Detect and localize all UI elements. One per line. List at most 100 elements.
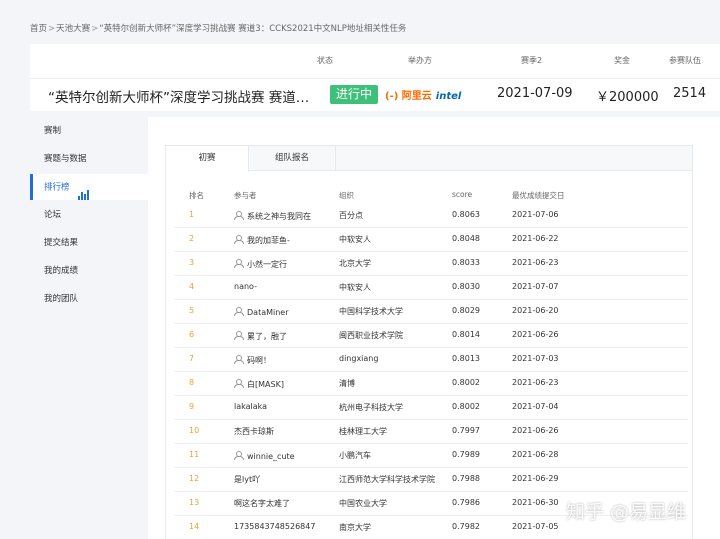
rank-cell: 11 xyxy=(189,450,200,459)
date-cell: 2021-06-23 xyxy=(512,258,559,267)
column-header-participant: 参与者 xyxy=(234,191,257,200)
rank-cell: 12 xyxy=(189,474,200,483)
org-cell: 杭州电子科技大学 xyxy=(339,403,403,412)
sidebar-item-label: 赛题与数据 xyxy=(44,154,87,164)
date-cell: 2021-07-07 xyxy=(512,282,559,291)
score-cell: 0.8014 xyxy=(452,330,480,339)
org-cell: dingxiang xyxy=(339,354,379,363)
sidebar-item-data[interactable]: 赛题与数据 xyxy=(30,146,148,172)
column-header-org: 组织 xyxy=(339,191,354,200)
column-header-score: score xyxy=(452,190,473,199)
sidebar-item-submit[interactable]: 提交结果 xyxy=(30,230,148,256)
score-cell: 0.7997 xyxy=(452,426,480,435)
date-cell: 2021-07-03 xyxy=(512,354,559,363)
score-cell: 0.8048 xyxy=(452,234,480,243)
competition-header: 状态 举办方 赛季2 奖金 参赛队伍 “英特尔创新大师杯”深度学习挑战赛 赛道3… xyxy=(30,44,720,111)
score-cell: 0.8002 xyxy=(452,378,480,387)
sidebar-item-rules[interactable]: 赛制 xyxy=(30,118,148,144)
rank-cell: 7 xyxy=(189,354,195,363)
column-header-rank: 排名 xyxy=(189,191,204,200)
participant-name: 是lyt吖 xyxy=(234,475,261,484)
participant-cell[interactable]: 码啊！ xyxy=(234,355,271,366)
user-avatar-icon xyxy=(234,307,244,316)
org-cell: 中国科学技术大学 xyxy=(339,307,403,316)
org-cell: 桂林理工大学 xyxy=(339,427,387,436)
participant-cell[interactable]: 系统之神与我同在 xyxy=(234,211,311,222)
breadcrumb-separator: > xyxy=(91,24,99,34)
org-cell: 闽西职业技术学院 xyxy=(339,331,403,340)
score-cell: 0.8002 xyxy=(452,402,480,411)
participant-cell[interactable]: 我的加菲鱼- xyxy=(234,235,290,246)
score-cell: 0.8033 xyxy=(452,258,480,267)
participant-cell[interactable]: DataMiner xyxy=(234,307,289,317)
rank-cell: 14 xyxy=(189,522,200,531)
breadcrumb-tianchi[interactable]: 天池大赛 xyxy=(56,24,90,34)
breadcrumb-separator: > xyxy=(48,24,56,34)
tab-preliminary[interactable]: 初赛 xyxy=(166,146,249,172)
user-avatar-icon xyxy=(234,451,244,460)
prize-amount: ￥200000 xyxy=(596,90,659,105)
participant-cell[interactable]: 杰西卡琼斯 xyxy=(234,426,274,437)
main-panel: 初赛 组队报名 排名 参与者 组织 score 最优成绩提交日 1 系统之神与我同… xyxy=(148,117,720,539)
date-cell: 2021-07-04 xyxy=(512,402,559,411)
participant-cell[interactable]: 啊这名字太难了 xyxy=(234,498,290,509)
participant-name: 白[MASK] xyxy=(247,380,284,389)
rank-cell: 13 xyxy=(189,498,200,507)
participant-cell[interactable]: 是lyt吖 xyxy=(234,474,260,485)
sidebar-item-leaderboard[interactable]: 排行榜 xyxy=(30,174,148,200)
participant-cell[interactable]: 小然一定行 xyxy=(234,259,287,270)
sidebar-nav: 赛制 赛题与数据 排行榜 论坛 提交结果 我的成绩 我的团队 xyxy=(30,117,148,539)
table-row: 7 码啊！ dingxiang 0.8013 2021-07-03 xyxy=(174,348,688,372)
table-row: 8 白[MASK] 清博 0.8002 2021-06-23 xyxy=(174,372,688,396)
participant-name: 我的加菲鱼- xyxy=(247,236,290,245)
table-row: 11 winnie_cute 小鹏汽车 0.7989 2021-06-28 xyxy=(174,444,688,468)
participant-cell[interactable]: 白[MASK] xyxy=(234,379,284,390)
participant-cell[interactable]: nano- xyxy=(234,282,257,291)
sidebar-item-forum[interactable]: 论坛 xyxy=(30,202,148,228)
date-cell: 2021-07-06 xyxy=(512,210,559,219)
org-cell: 清博 xyxy=(339,379,355,388)
breadcrumb-home[interactable]: 首页 xyxy=(30,24,47,34)
sidebar-item-label: 提交结果 xyxy=(44,238,79,248)
rank-cell: 4 xyxy=(189,282,195,291)
label-prize: 奖金 xyxy=(614,56,630,65)
participant-name: 系统之神与我同在 xyxy=(247,212,311,221)
rank-cell: 6 xyxy=(189,330,195,339)
table-row: 1 系统之神与我同在 百分点 0.8063 2021-07-06 xyxy=(174,204,688,228)
score-cell: 0.8013 xyxy=(452,354,480,363)
date-cell: 2021-06-28 xyxy=(512,450,559,459)
watermark: 知乎 @易显维 xyxy=(566,501,687,523)
sidebar-item-my-team[interactable]: 我的团队 xyxy=(30,286,148,312)
status-badge: 进行中 xyxy=(330,85,378,104)
participant-cell[interactable]: winnie_cute xyxy=(234,451,295,461)
participant-cell[interactable]: lakalaka xyxy=(234,402,267,411)
rank-cell: 5 xyxy=(189,306,195,315)
leaderboard-card: 初赛 组队报名 排名 参与者 组织 score 最优成绩提交日 1 系统之神与我同… xyxy=(165,145,693,539)
tab-team-signup[interactable]: 组队报名 xyxy=(249,146,336,171)
org-cell: 中软安人 xyxy=(339,283,371,292)
score-cell: 0.8030 xyxy=(452,282,480,291)
table-row: 3 小然一定行 北京大学 0.8033 2021-06-23 xyxy=(174,252,688,276)
participant-name: 啊这名字太难了 xyxy=(234,499,290,508)
participant-cell[interactable]: 累了，融了 xyxy=(234,331,287,342)
participant-name: DataMiner xyxy=(247,308,289,317)
participant-name: winnie_cute xyxy=(247,452,295,461)
date-cell: 2021-06-26 xyxy=(512,330,559,339)
table-row: 9 lakalaka 杭州电子科技大学 0.8002 2021-07-04 xyxy=(174,396,688,420)
label-season: 赛季2 xyxy=(521,56,543,65)
sidebar-item-label: 赛制 xyxy=(44,126,62,136)
org-cell: 小鹏汽车 xyxy=(339,451,371,460)
participant-cell[interactable]: 1735843748526847 xyxy=(234,522,315,531)
date-cell: 2021-06-22 xyxy=(512,234,559,243)
date-cell: 2021-06-26 xyxy=(512,426,559,435)
sidebar-item-my-scores[interactable]: 我的成绩 xyxy=(30,258,148,284)
rank-cell: 10 xyxy=(189,426,200,435)
rank-cell: 8 xyxy=(189,378,195,387)
date-cell: 2021-06-20 xyxy=(512,306,559,315)
score-cell: 0.7989 xyxy=(452,450,480,459)
rank-cell: 1 xyxy=(189,210,195,219)
user-avatar-icon xyxy=(234,379,244,388)
score-cell: 0.7988 xyxy=(452,474,480,483)
breadcrumb: 首页>天池大赛>“英特尔创新大师杯”深度学习挑战赛 赛道3：CCKS2021中文… xyxy=(30,22,406,34)
rank-cell: 9 xyxy=(189,402,195,411)
